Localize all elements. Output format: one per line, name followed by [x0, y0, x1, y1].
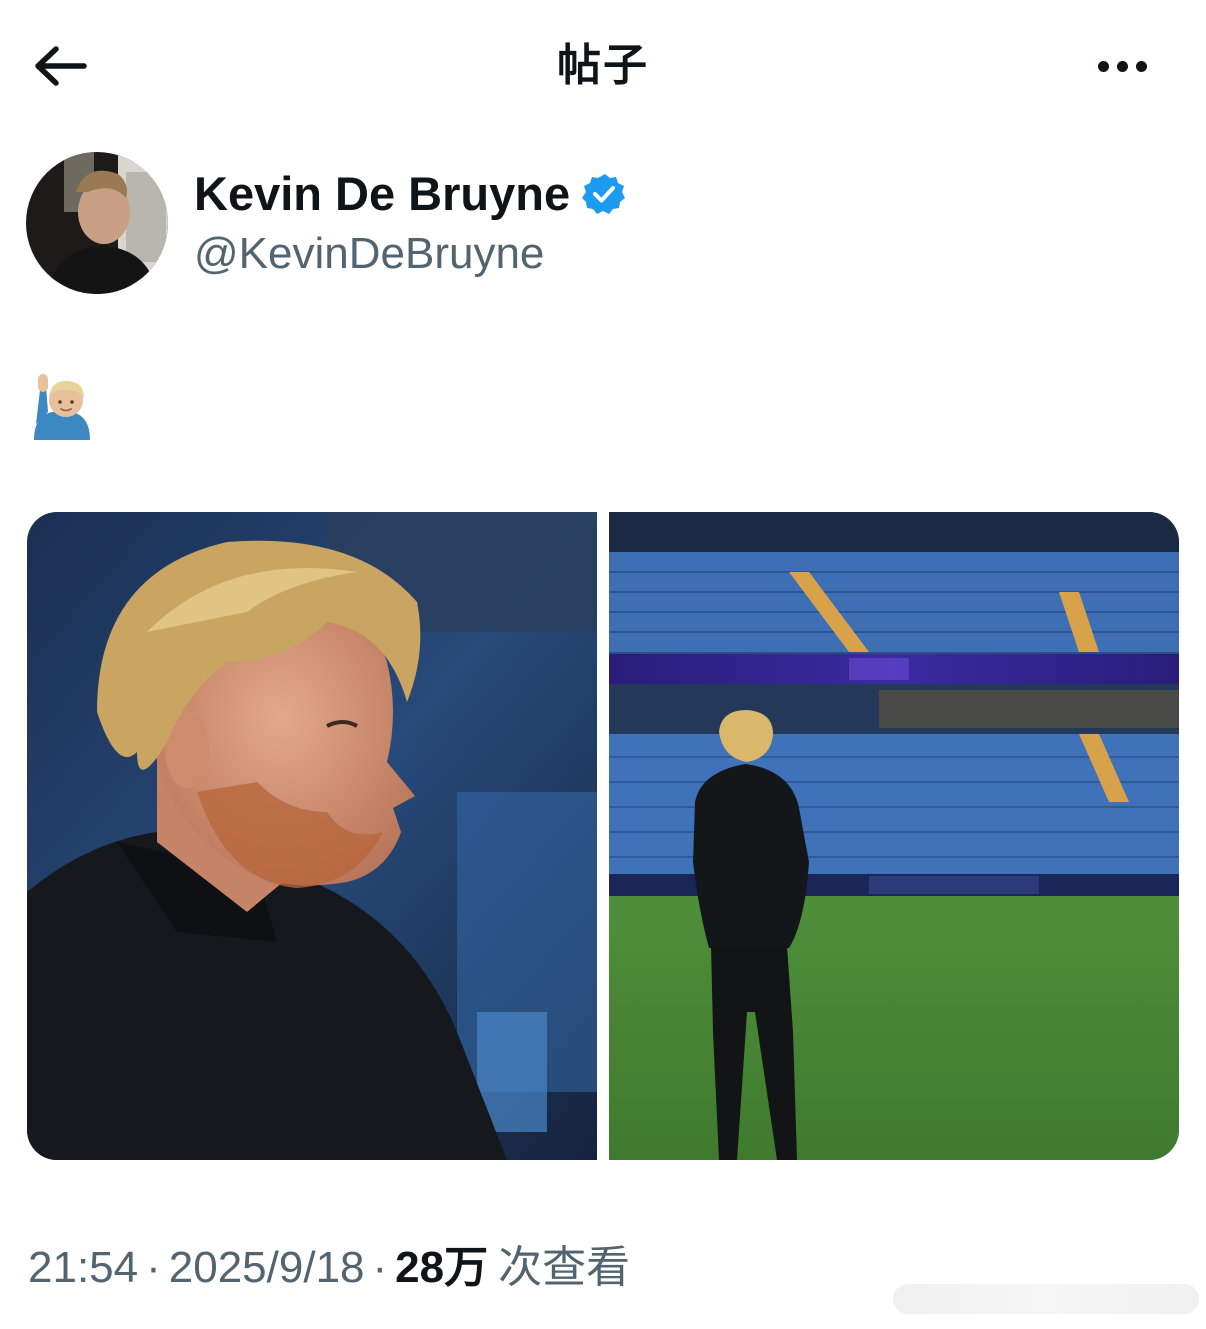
- post-photo-stadium[interactable]: [609, 512, 1179, 1160]
- author-handle[interactable]: @KevinDeBruyne: [194, 226, 544, 282]
- avatar-photo: [26, 152, 168, 294]
- post-time: 21:54: [28, 1243, 139, 1292]
- views-count[interactable]: 28万: [395, 1243, 488, 1292]
- watermark: [893, 1284, 1199, 1314]
- post-photo-portrait[interactable]: [27, 512, 597, 1160]
- stadium-photo: [609, 512, 1179, 1160]
- top-bar: 帖子: [0, 0, 1206, 132]
- raising-hand-emoji-icon: [30, 372, 94, 440]
- verified-badge-icon: [582, 174, 626, 214]
- post-meta: 21:54 · 2025/9/18 · 28万 次查看: [28, 1236, 630, 1300]
- views-label: 次查看: [498, 1242, 631, 1293]
- more-dot: [1116, 60, 1128, 72]
- author-name-text: Kevin De Bruyne: [194, 167, 571, 220]
- page-title: 帖子: [557, 40, 649, 91]
- portrait-photo: [27, 512, 597, 1160]
- separator: ·: [372, 1243, 388, 1292]
- author-name[interactable]: Kevin De Bruyne: [194, 166, 626, 222]
- more-dot: [1135, 60, 1147, 72]
- post-date: 2025/9/18: [168, 1243, 365, 1292]
- more-horizontal-icon: [1097, 60, 1109, 72]
- more-options-button[interactable]: [1082, 40, 1162, 92]
- separator: ·: [146, 1243, 161, 1292]
- avatar[interactable]: [26, 152, 168, 294]
- media-grid: [27, 512, 1179, 1160]
